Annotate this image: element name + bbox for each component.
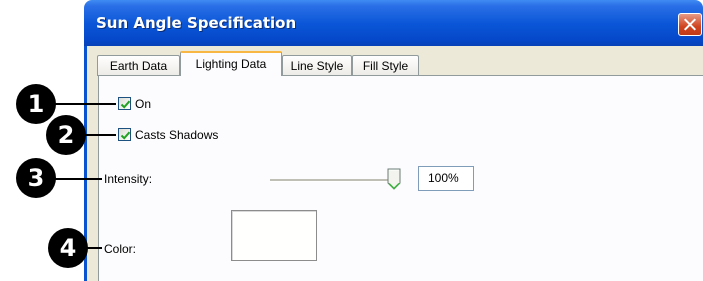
dialog-client-area: Earth Data Lighting Data Line Style Fill… xyxy=(87,46,703,281)
callout-2-leader xyxy=(84,134,116,136)
window-title: Sun Angle Specification xyxy=(96,14,297,32)
title-bar[interactable]: Sun Angle Specification xyxy=(84,0,703,46)
callout-4-leader xyxy=(86,247,102,249)
tab-fill-style[interactable]: Fill Style xyxy=(352,55,419,76)
color-swatch-button[interactable] xyxy=(231,210,317,261)
callout-1-leader xyxy=(54,103,116,105)
check-mark-icon xyxy=(120,131,131,140)
callout-1: 1 xyxy=(16,84,56,124)
tab-earth-data[interactable]: Earth Data xyxy=(97,55,180,76)
callout-3-leader xyxy=(54,178,102,180)
on-label[interactable]: On xyxy=(135,97,151,111)
check-mark-icon xyxy=(120,100,131,109)
casts-shadows-label[interactable]: Casts Shadows xyxy=(135,128,218,142)
intensity-value-field[interactable]: 100% xyxy=(418,166,474,191)
close-icon[interactable] xyxy=(678,13,702,36)
casts-shadows-checkbox[interactable] xyxy=(118,128,131,141)
tab-lighting-data[interactable]: Lighting Data xyxy=(180,51,282,76)
callout-3: 3 xyxy=(16,158,56,198)
intensity-slider-thumb[interactable] xyxy=(387,168,401,190)
callout-2: 2 xyxy=(46,115,86,155)
intensity-slider-track[interactable] xyxy=(270,179,398,182)
intensity-label: Intensity: xyxy=(104,172,153,186)
window-frame: Earth Data Lighting Data Line Style Fill… xyxy=(84,46,703,281)
on-checkbox[interactable] xyxy=(118,97,131,110)
color-label: Color: xyxy=(104,242,137,256)
tab-line-style[interactable]: Line Style xyxy=(282,55,352,76)
callout-4: 4 xyxy=(48,228,88,268)
